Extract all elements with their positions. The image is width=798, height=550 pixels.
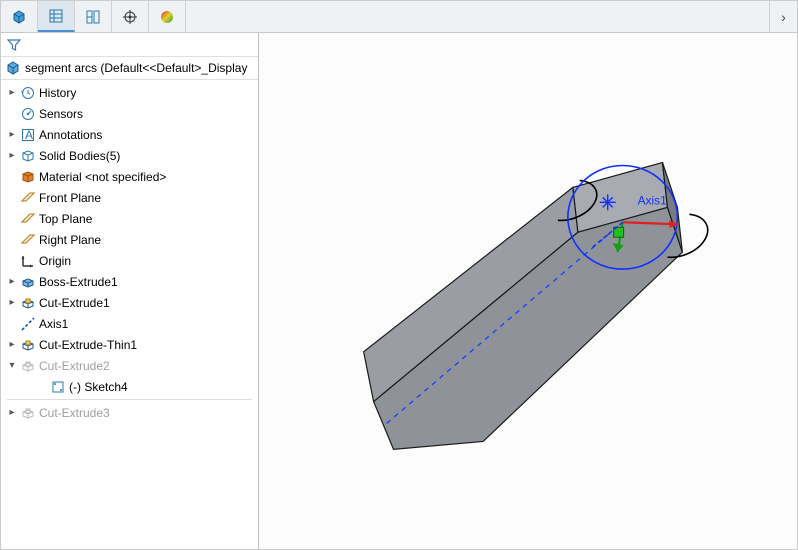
tree-item-label: Cut-Extrude3 [39, 406, 110, 420]
display-manager-tab[interactable] [149, 1, 186, 32]
part-icon [5, 60, 21, 76]
funnel-icon [7, 38, 21, 52]
tree-separator [7, 399, 252, 400]
expander-icon [7, 172, 17, 182]
axis-label: Axis1 [638, 193, 668, 207]
sketch-icon [50, 379, 66, 395]
history-icon [20, 85, 36, 101]
expander-icon[interactable]: ▸ [7, 88, 17, 98]
cut-extrude-icon [20, 405, 36, 421]
origin-icon [20, 253, 36, 269]
tree-root[interactable]: segment arcs (Default<<Default>_Display [1, 57, 258, 80]
tree-item-label: Solid Bodies(5) [39, 149, 120, 163]
tree-item-annotations[interactable]: ▸ A Annotations [1, 124, 258, 145]
top-toolbar: › [1, 1, 797, 33]
tree-item-boss-extrude1[interactable]: ▸ Boss-Extrude1 [1, 271, 258, 292]
tree-item-label: Front Plane [39, 191, 101, 205]
plane-icon [20, 190, 36, 206]
svg-text:A: A [25, 128, 33, 142]
tree-item-cut-extrude-thin1[interactable]: ▸ Cut-Extrude-Thin1 [1, 334, 258, 355]
tree-item-material-not-specified[interactable]: Material <not specified> [1, 166, 258, 187]
expander-icon [7, 319, 17, 329]
configuration-manager-tab[interactable] [75, 1, 112, 32]
tree-item-front-plane[interactable]: Front Plane [1, 187, 258, 208]
annotations-icon: A [20, 127, 36, 143]
property-manager-tab[interactable] [38, 1, 75, 32]
tree-item-label: Boss-Extrude1 [39, 275, 118, 289]
plane-icon [20, 211, 36, 227]
main-area: segment arcs (Default<<Default>_Display … [1, 33, 797, 549]
cut-extrude-icon [20, 337, 36, 353]
tree-item-label: Cut-Extrude2 [39, 359, 110, 373]
expander-icon [7, 235, 17, 245]
3d-viewport[interactable]: Axis1 [259, 33, 797, 549]
tree-item-label: Sensors [39, 107, 83, 121]
tree-item-axis1[interactable]: Axis1 [1, 313, 258, 334]
expander-icon[interactable]: ▸ [7, 408, 17, 418]
tree-item-label: Axis1 [39, 317, 68, 331]
expander-icon[interactable]: ▸ [7, 277, 17, 287]
tree-item-top-plane[interactable]: Top Plane [1, 208, 258, 229]
tree-item-cut-extrude3[interactable]: ▸ Cut-Extrude3 [1, 402, 258, 423]
expander-icon [7, 193, 17, 203]
filter-row[interactable] [1, 33, 258, 57]
cut-extrude-icon [20, 295, 36, 311]
tree-item-right-plane[interactable]: Right Plane [1, 229, 258, 250]
tree-item-label: History [39, 86, 76, 100]
boss-extrude-icon [20, 274, 36, 290]
plane-icon [20, 232, 36, 248]
tree-item-cut-extrude1[interactable]: ▸ Cut-Extrude1 [1, 292, 258, 313]
tree-item-sensors[interactable]: Sensors [1, 103, 258, 124]
tree-item-label: Material <not specified> [39, 170, 166, 184]
expander-icon [7, 109, 17, 119]
expand-toolbar-button[interactable]: › [769, 1, 797, 32]
axis-icon [20, 316, 36, 332]
feature-tree-panel: segment arcs (Default<<Default>_Display … [1, 33, 259, 549]
expander-icon[interactable]: ▸ [7, 340, 17, 350]
dimxpert-manager-tab[interactable] [112, 1, 149, 32]
expander-icon[interactable]: ▸ [7, 298, 17, 308]
solid-body [364, 162, 683, 449]
feature-manager-tab[interactable] [1, 1, 38, 32]
tree-item-label: Top Plane [39, 212, 92, 226]
tree-item-cut-extrude2[interactable]: ▾ Cut-Extrude2 [1, 355, 258, 376]
tree-item-sketch4[interactable]: (-) Sketch4 [1, 376, 258, 397]
tree-item-history[interactable]: ▸ History [1, 82, 258, 103]
solid-bodies-icon [20, 148, 36, 164]
expander-icon [7, 214, 17, 224]
tree-item-solid-bodies-5[interactable]: ▸ Solid Bodies(5) [1, 145, 258, 166]
expander-icon[interactable]: ▸ [7, 130, 17, 140]
sensors-icon [20, 106, 36, 122]
expander-icon[interactable]: ▾ [7, 361, 17, 371]
tree-item-label: Annotations [39, 128, 102, 142]
expander-icon [7, 256, 17, 266]
model-canvas: Axis1 [259, 33, 797, 549]
tree-item-label: Origin [39, 254, 71, 268]
tree-item-label: Cut-Extrude1 [39, 296, 110, 310]
material-icon [20, 169, 36, 185]
root-label: segment arcs (Default<<Default>_Display [25, 61, 254, 75]
tree-item-origin[interactable]: Origin [1, 250, 258, 271]
tree-item-label: Right Plane [39, 233, 101, 247]
expander-icon[interactable]: ▸ [7, 151, 17, 161]
expander-icon [37, 382, 47, 392]
tree-item-label: Cut-Extrude-Thin1 [39, 338, 137, 352]
tree-item-label: (-) Sketch4 [69, 380, 128, 394]
cut-extrude-icon [20, 358, 36, 374]
feature-tree[interactable]: ▸ History Sensors ▸ A Annotations ▸ Solid Bodie… [1, 80, 258, 549]
